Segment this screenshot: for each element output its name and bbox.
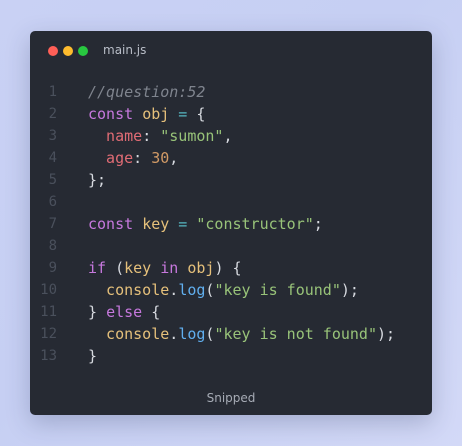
line-number: 3	[48, 128, 57, 144]
code-token: =	[169, 105, 197, 123]
footer-label: Snipped	[206, 391, 256, 405]
code-token: );	[340, 281, 359, 299]
code-token: key	[124, 259, 152, 277]
file-name: main.js	[103, 43, 147, 57]
code-token: //question:52	[88, 83, 206, 101]
code-token: .	[169, 325, 179, 343]
code-token: ) {	[214, 259, 242, 277]
code-line: 1 //question:52	[30, 81, 432, 103]
code-token: }	[88, 347, 98, 365]
code-line: 4 age: 30,	[30, 147, 432, 169]
code-token: 30	[151, 149, 170, 167]
code-token: in	[151, 259, 188, 277]
code-token: ;	[313, 215, 323, 233]
code-token: age	[88, 149, 134, 167]
code-line: 11} else {	[30, 301, 432, 323]
code-line: 9 if (key in obj) {	[30, 257, 432, 279]
code-token: if	[88, 259, 116, 277]
code-window: main.js 1//question:52 2 const obj = {3 na…	[30, 31, 432, 415]
line-number: 11	[40, 304, 57, 320]
code-line: 7 const key = "constructor";	[30, 213, 432, 235]
code-token: "key is found"	[214, 281, 341, 299]
code-token: :	[142, 127, 161, 145]
code-text: const obj = {	[88, 103, 205, 125]
code-token: {	[142, 303, 161, 321]
code-token: :	[133, 149, 152, 167]
code-text: //question:52	[88, 81, 205, 103]
code-line: 6	[30, 191, 432, 213]
code-line: 12 console.log("key is not found");	[30, 323, 432, 345]
maximize-window-button[interactable]	[78, 46, 88, 56]
code-text: name: "sumon",	[88, 125, 233, 147]
code-token: console	[88, 325, 170, 343]
code-token: "constructor"	[196, 215, 314, 233]
code-token: log	[178, 325, 206, 343]
line-number: 1	[48, 84, 57, 100]
line-number: 6	[48, 194, 57, 210]
line-number: 8	[48, 238, 57, 254]
code-token: .	[169, 281, 179, 299]
code-text: if (key in obj) {	[88, 257, 242, 279]
code-token: const	[88, 215, 143, 233]
code-token: };	[88, 171, 107, 189]
code-text: age: 30,	[88, 147, 178, 169]
code-token: {	[196, 105, 206, 123]
line-number: 12	[40, 326, 57, 342]
line-number: 2	[48, 106, 57, 122]
code-line: 13}	[30, 345, 432, 367]
code-line: 8	[30, 235, 432, 257]
code-token: console	[88, 281, 170, 299]
code-text: } else {	[88, 301, 160, 323]
code-token: key	[142, 215, 170, 233]
code-token: else	[106, 303, 143, 321]
close-window-button[interactable]	[48, 46, 58, 56]
minimize-window-button[interactable]	[63, 46, 73, 56]
code-text: console.log("key is found");	[88, 279, 359, 301]
code-token: obj	[142, 105, 170, 123]
code-token: (	[115, 259, 125, 277]
code-text: console.log("key is not found");	[88, 323, 395, 345]
code-token: ,	[223, 127, 233, 145]
code-token: =	[169, 215, 197, 233]
line-number: 5	[48, 172, 57, 188]
code-text: }	[88, 345, 97, 367]
line-number: 7	[48, 216, 57, 232]
code-line: 5};	[30, 169, 432, 191]
code-token: ,	[169, 149, 179, 167]
code-token: const	[88, 105, 143, 123]
code-editor: 1//question:52 2 const obj = {3 name: "sum…	[30, 81, 432, 367]
line-number: 13	[40, 348, 57, 364]
code-text: const key = "constructor";	[88, 213, 323, 235]
code-text: };	[88, 169, 106, 191]
code-token: "key is not found"	[214, 325, 377, 343]
code-line: 3 name: "sumon",	[30, 125, 432, 147]
code-token: );	[377, 325, 396, 343]
code-token: }	[88, 303, 107, 321]
code-token: log	[178, 281, 206, 299]
line-number: 4	[48, 150, 57, 166]
code-token: obj	[187, 259, 215, 277]
code-line: 2 const obj = {	[30, 103, 432, 125]
code-token: "sumon"	[160, 127, 224, 145]
line-number: 10	[40, 282, 57, 298]
code-token: name	[88, 127, 143, 145]
title-bar: main.js	[30, 31, 432, 71]
line-number: 9	[48, 260, 57, 276]
code-line: 10 console.log("key is found");	[30, 279, 432, 301]
